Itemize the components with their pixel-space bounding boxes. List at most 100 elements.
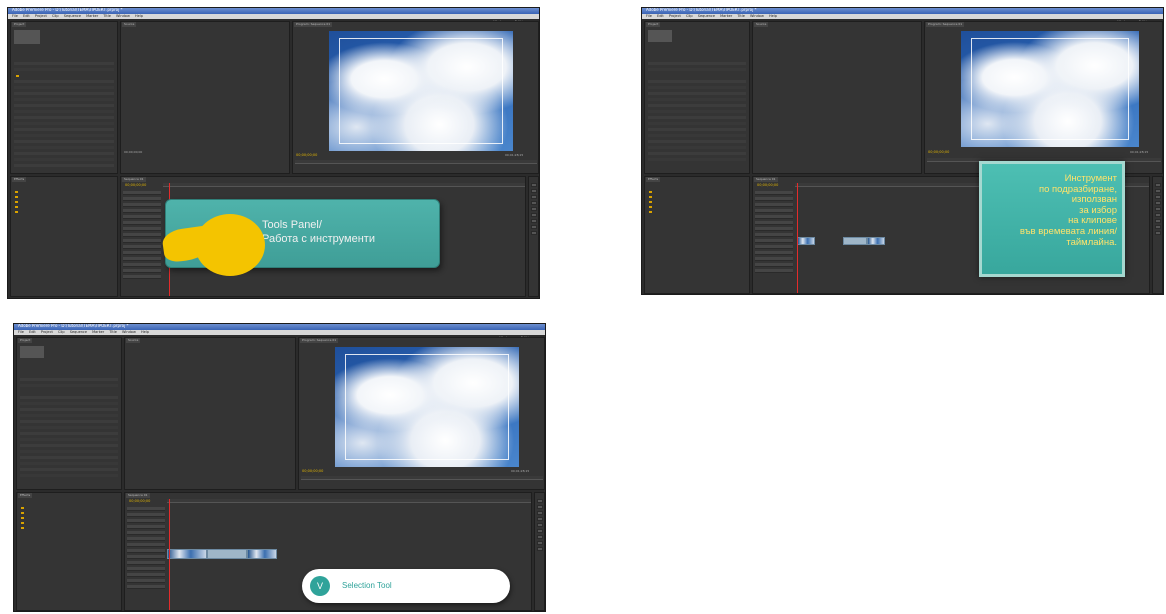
track-header[interactable] <box>127 549 165 553</box>
list-item[interactable] <box>648 152 746 155</box>
list-item[interactable] <box>648 98 746 101</box>
tab-project[interactable]: Project <box>12 22 27 27</box>
timeline-clip[interactable] <box>867 237 885 245</box>
list-item[interactable] <box>648 80 746 83</box>
tab-program[interactable]: Program: Sequence 01 <box>300 338 339 343</box>
list-item[interactable] <box>14 116 114 119</box>
tab-source[interactable]: Source <box>122 22 137 27</box>
razor-tool-icon[interactable] <box>537 523 543 527</box>
list-item[interactable] <box>648 128 746 131</box>
track-header[interactable] <box>123 239 161 243</box>
track-select-tool-icon[interactable] <box>1155 189 1161 193</box>
ripple-edit-tool-icon[interactable] <box>1155 195 1161 199</box>
slip-tool-icon[interactable] <box>531 213 537 217</box>
list-item[interactable] <box>14 68 114 71</box>
list-item[interactable] <box>14 62 114 65</box>
list-item[interactable] <box>14 158 114 161</box>
list-item[interactable] <box>20 432 118 435</box>
tab-effects[interactable]: Effects <box>646 177 661 182</box>
list-item[interactable] <box>20 408 118 411</box>
track-header[interactable] <box>127 561 165 565</box>
list-item[interactable] <box>648 68 746 71</box>
menu-edit[interactable]: Edit <box>23 14 30 18</box>
hand-tool-icon[interactable] <box>537 541 543 545</box>
list-item[interactable] <box>14 92 114 95</box>
list-item[interactable] <box>14 86 114 89</box>
list-item[interactable] <box>648 92 746 95</box>
tab-effects[interactable]: Effects <box>18 493 33 498</box>
list-item[interactable] <box>648 140 746 143</box>
tab-project[interactable]: Project <box>646 22 661 27</box>
list-item[interactable] <box>14 80 114 83</box>
track-header[interactable] <box>123 275 161 279</box>
menu-window[interactable]: Window <box>116 14 130 18</box>
menu-clip[interactable]: Clip <box>58 330 65 334</box>
menu-title[interactable]: Title <box>103 14 111 18</box>
menu-project[interactable]: Project <box>669 14 681 18</box>
list-item[interactable] <box>14 104 114 107</box>
menu-marker[interactable]: Marker <box>92 330 104 334</box>
list-item[interactable] <box>14 146 114 149</box>
list-item[interactable] <box>648 104 746 107</box>
menu-marker[interactable]: Marker <box>720 14 732 18</box>
zoom-tool-icon[interactable] <box>537 547 543 551</box>
menu-sequence[interactable]: Sequence <box>64 14 81 18</box>
menu-sequence[interactable]: Sequence <box>698 14 715 18</box>
track-header[interactable] <box>127 537 165 541</box>
track-header[interactable] <box>127 507 165 511</box>
track-header[interactable] <box>755 221 793 225</box>
tab-project[interactable]: Project <box>18 338 33 343</box>
track-header[interactable] <box>127 579 165 583</box>
track-header[interactable] <box>755 233 793 237</box>
track-header[interactable] <box>127 573 165 577</box>
list-item[interactable] <box>14 128 114 131</box>
list-item[interactable] <box>648 62 746 65</box>
menu-project[interactable]: Project <box>35 14 47 18</box>
menu-file[interactable]: File <box>18 330 24 334</box>
list-item[interactable] <box>20 414 118 417</box>
track-header[interactable] <box>123 197 161 201</box>
selection-tool-icon[interactable] <box>537 499 543 503</box>
razor-tool-icon[interactable] <box>1155 207 1161 211</box>
menu-marker[interactable]: Marker <box>86 14 98 18</box>
track-header[interactable] <box>123 245 161 249</box>
track-header[interactable] <box>123 233 161 237</box>
menu-file[interactable]: File <box>646 14 652 18</box>
track-header[interactable] <box>755 269 793 273</box>
menu-window[interactable]: Window <box>750 14 764 18</box>
track-header[interactable] <box>755 209 793 213</box>
list-item[interactable] <box>14 164 114 167</box>
track-select-tool-icon[interactable] <box>537 505 543 509</box>
tab-program[interactable]: Program: Sequence 01 <box>926 22 965 27</box>
pen-tool-icon[interactable] <box>537 535 543 539</box>
tab-effects[interactable]: Effects <box>12 177 27 182</box>
rolling-edit-tool-icon[interactable] <box>531 201 537 205</box>
list-item[interactable] <box>14 152 114 155</box>
menu-help[interactable]: Help <box>141 330 149 334</box>
ripple-edit-tool-icon[interactable] <box>531 195 537 199</box>
tab-source[interactable]: Source <box>754 22 769 27</box>
tab-sequence[interactable]: Sequence 01 <box>122 177 146 182</box>
tab-sequence[interactable]: Sequence 01 <box>126 493 150 498</box>
hand-tool-icon[interactable] <box>531 225 537 229</box>
track-header[interactable] <box>123 209 161 213</box>
selection-tool-icon[interactable] <box>531 183 537 187</box>
list-item[interactable] <box>20 450 118 453</box>
list-item[interactable] <box>20 462 118 465</box>
menu-title[interactable]: Title <box>737 14 745 18</box>
track-header[interactable] <box>755 203 793 207</box>
rolling-edit-tool-icon[interactable] <box>1155 201 1161 205</box>
menu-file[interactable]: File <box>12 14 18 18</box>
track-header[interactable] <box>755 197 793 201</box>
track-header[interactable] <box>127 543 165 547</box>
track-header[interactable] <box>755 191 793 195</box>
zoom-tool-icon[interactable] <box>531 231 537 235</box>
list-item[interactable] <box>14 122 114 125</box>
track-header[interactable] <box>123 191 161 195</box>
menu-title[interactable]: Title <box>109 330 117 334</box>
track-header[interactable] <box>127 519 165 523</box>
slip-tool-icon[interactable] <box>1155 213 1161 217</box>
tab-program[interactable]: Program: Sequence 01 <box>294 22 333 27</box>
track-header[interactable] <box>123 203 161 207</box>
pen-tool-icon[interactable] <box>1155 219 1161 223</box>
